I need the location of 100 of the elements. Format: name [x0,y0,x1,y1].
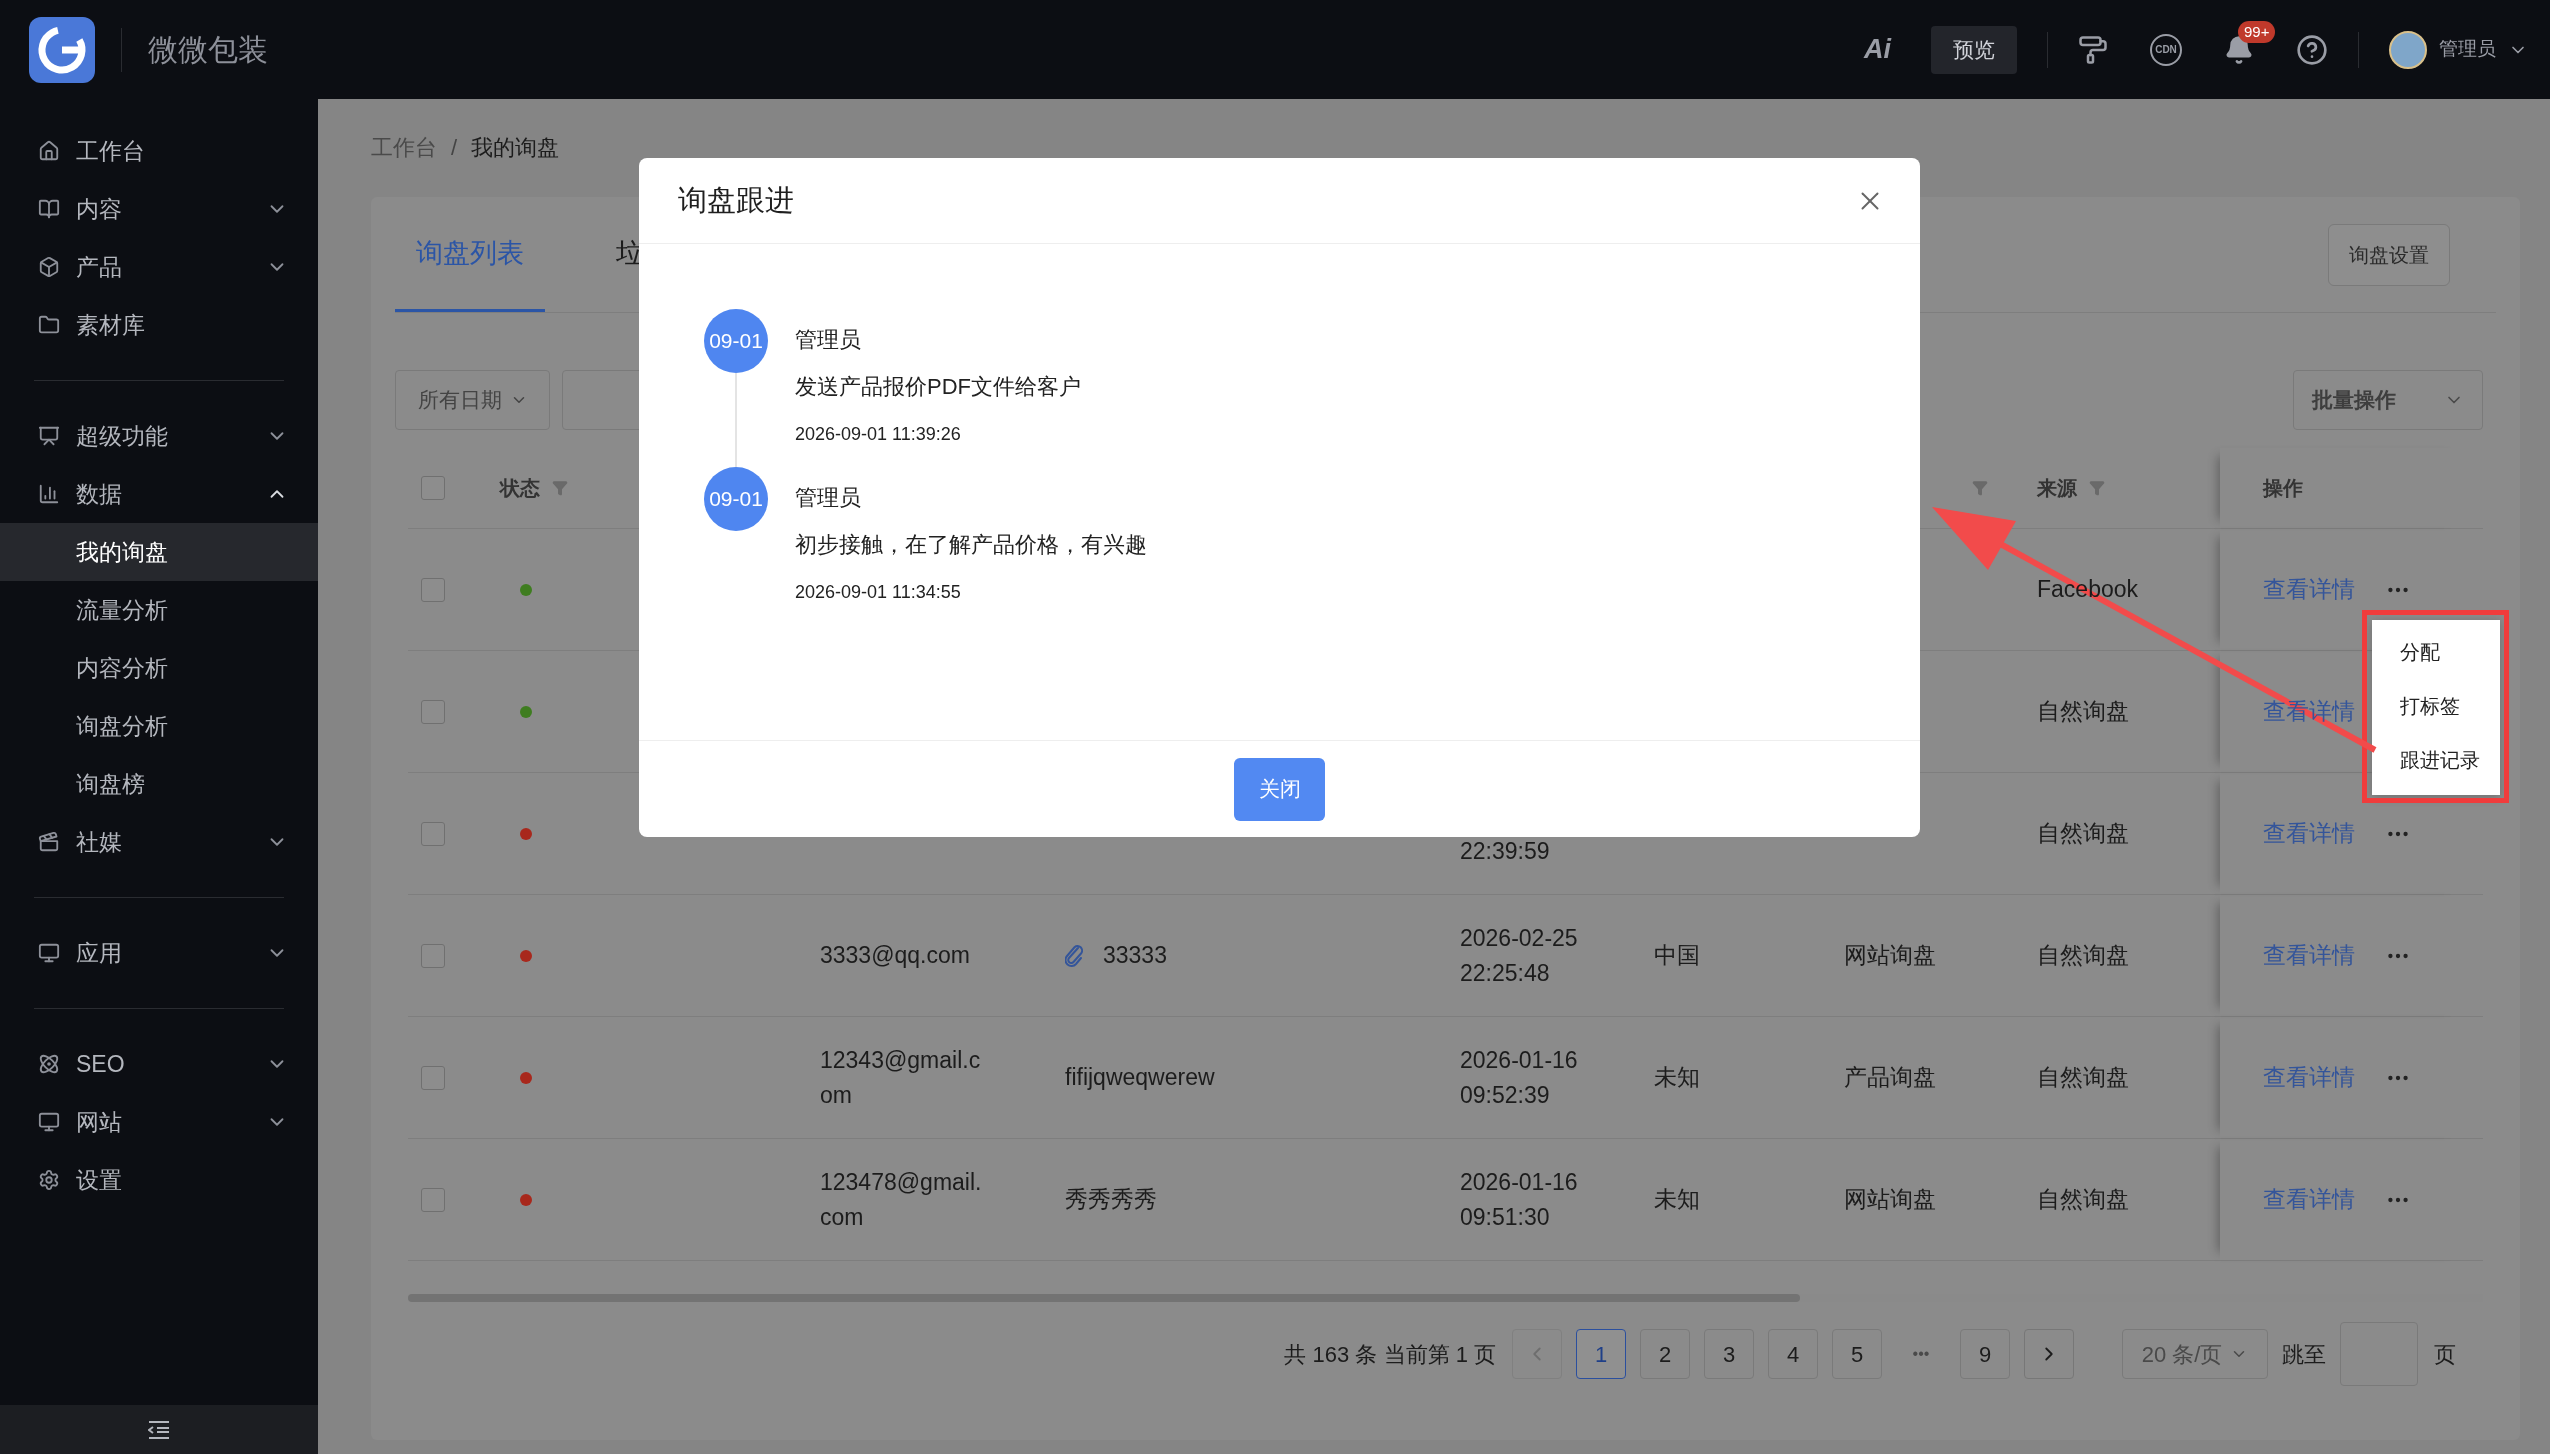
source-text: 自然询盘 [2037,942,2129,969]
time-text: 09:51:30 [1460,1202,1551,1232]
inquiry-settings-button[interactable]: 询盘设置 [2328,223,2450,286]
breadcrumb-separator: / [451,133,458,162]
inquiry-type-text: 网站询盘 [1844,942,1936,969]
sidebar-item[interactable]: 素材库 [0,296,318,354]
column-header: 操作 [2263,476,2303,501]
cube-icon [38,256,60,278]
filter-icon[interactable] [552,480,568,496]
page-button[interactable]: 3 [1704,1329,1754,1379]
cdn-button[interactable]: CDN [2150,33,2182,66]
follow-up-note: 发送产品报价PDF文件给客户 [795,373,1081,401]
subject-text: fifijqweqwerew [1065,1063,1215,1093]
logo-icon [29,16,95,83]
date-text: 2026-02-25 [1460,923,1579,953]
help-icon[interactable] [2296,33,2328,66]
folder-icon [38,314,60,336]
email-text: 123478@gmail.com [820,1167,983,1232]
select-all-checkbox[interactable] [421,476,445,500]
sidebar-subitem[interactable]: 询盘分析 [0,697,318,755]
user-avatar[interactable] [2389,30,2427,69]
date-text: 2026-01-16 [1460,1045,1579,1075]
source-text: 自然询盘 [2037,820,2129,847]
user-name[interactable]: 管理员 [2439,35,2496,64]
jump-label: 跳至 [2282,1340,2326,1369]
video-icon [38,831,60,853]
home-icon [38,140,60,162]
paint-roller-icon[interactable] [2078,34,2108,65]
country-text: 中国 [1654,942,1700,969]
collapse-menu-icon[interactable] [148,1420,170,1439]
book-icon [38,198,60,220]
follow-up-note: 初步接触，在了解产品价格，有兴趣 [795,531,1147,559]
sidebar-item[interactable]: 社媒 [0,813,318,871]
subject-text: 秀秀秀秀 [1065,1185,1157,1215]
source-text: 自然询盘 [2037,698,2129,725]
time-text: 22:25:48 [1460,958,1551,988]
sidebar-item[interactable]: 数据 [0,465,318,523]
sidebar-item[interactable]: 网站 [0,1093,318,1151]
sidebar-item[interactable]: 产品 [0,238,318,296]
author-name: 管理员 [795,484,862,512]
author-name: 管理员 [795,326,862,354]
filter-icon[interactable] [2089,480,2105,496]
app-title: 微微包装 [148,32,268,68]
row-checkbox[interactable] [421,699,445,724]
date-badge: 09-01 [704,309,768,373]
sidebar-subitem[interactable]: 流量分析 [0,581,318,639]
follow-up-time: 2026-09-01 11:39:26 [795,423,962,446]
source-text: 自然询盘 [2037,1186,2129,1213]
menu-item[interactable]: 打标签 [2372,679,2500,733]
page-button[interactable]: 5 [1832,1329,1882,1379]
sidebar-item[interactable]: SEO [0,1035,318,1093]
row-checkbox[interactable] [421,821,445,846]
sidebar-item[interactable]: 超级功能 [0,407,318,465]
sidebar-item[interactable]: 应用 [0,924,318,982]
row-checkbox[interactable] [421,577,445,602]
time-text: 09:52:39 [1460,1080,1551,1110]
date-badge: 09-01 [704,467,768,531]
source-text: 自然询盘 [2037,1064,2129,1091]
time-text: 22:39:59 [1460,836,1551,866]
sidebar-subitem[interactable]: 我的询盘 [0,523,318,581]
scrollbar-thumb[interactable] [408,1294,1800,1302]
sidebar-subitem[interactable]: 询盘榜 [0,755,318,813]
filter-icon[interactable] [1972,480,1988,496]
email-text: 3333@qq.com [820,941,971,970]
sidebar-item[interactable]: 工作台 [0,122,318,180]
page-suffix: 页 [2434,1340,2456,1369]
settings-icon [38,1169,60,1191]
preview-button[interactable]: 预览 [1931,25,2017,74]
bar-chart-icon [38,483,60,505]
page-button[interactable]: 4 [1768,1329,1818,1379]
page-button[interactable]: 2 [1640,1329,1690,1379]
menu-item[interactable]: 分配 [2372,625,2500,679]
atom-icon [38,1053,60,1075]
follow-up-time: 2026-09-01 11:34:55 [795,581,962,604]
sidebar-item[interactable]: 设置 [0,1151,318,1209]
sidebar-subitem[interactable]: 内容分析 [0,639,318,697]
column-header: 状态 [500,476,540,501]
dialog-title: 询盘跟进 [678,182,795,218]
ai-button[interactable]: Ai [1864,29,1891,70]
inquiry-type-text: 产品询盘 [1844,1064,1936,1091]
email-text: 12343@gmail.com [820,1045,982,1110]
date-text: 2026-01-16 [1460,1167,1579,1197]
column-header: 来源 [2037,476,2077,501]
next-page-button[interactable] [2024,1329,2074,1379]
breadcrumb-item: 我的询盘 [471,133,560,162]
notification-badge: 99+ [2238,20,2276,43]
page-button[interactable]: 9 [1960,1329,2010,1379]
menu-item[interactable]: 跟进记录 [2372,733,2500,787]
sidebar-item[interactable]: 内容 [0,180,318,238]
row-checkbox[interactable] [421,1187,445,1212]
total-count-text: 共 163 条 当前第 1 页 [1284,1340,1496,1369]
monitor-icon [38,942,60,964]
monitor-chart-icon [38,425,60,447]
row-checkbox[interactable] [421,943,445,968]
country-text: 未知 [1654,1064,1700,1091]
country-text: 未知 [1654,1186,1700,1213]
row-checkbox[interactable] [421,1065,445,1090]
inquiry-type-text: 网站询盘 [1844,1186,1936,1213]
subject-text: 33333 [1103,941,1167,971]
monitor-icon [38,1111,60,1133]
